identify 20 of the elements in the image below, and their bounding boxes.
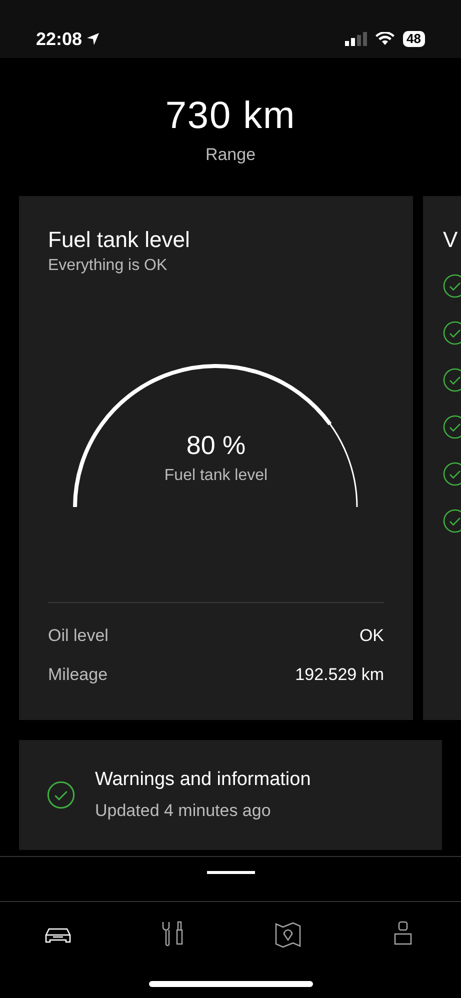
warnings-subtitle: Updated 4 minutes ago <box>95 800 272 822</box>
range-label: Range <box>205 144 256 166</box>
range-value: 730 km <box>165 94 296 138</box>
warnings-card[interactable]: Warnings and information Updated 4 minutes ago <box>19 740 442 850</box>
gauge-reading: 80 % <box>186 430 246 460</box>
signal-icon <box>344 32 367 46</box>
card-subtitle: Everything is OK <box>48 256 168 276</box>
drag-handle[interactable] <box>206 870 254 874</box>
card-title: V <box>443 226 459 254</box>
row-value: 192.529 km <box>295 664 384 686</box>
card-title: Fuel tank level <box>48 226 191 254</box>
warnings-title: Warnings and information <box>95 768 311 792</box>
status-time: 22:08 <box>36 28 82 50</box>
location-arrow-icon <box>86 32 100 46</box>
battery-indicator: 48 <box>402 31 425 47</box>
wifi-icon <box>374 32 395 46</box>
row-label: Oil level <box>48 624 108 646</box>
row-label: Mileage <box>48 664 108 686</box>
row-value: OK <box>359 624 384 646</box>
gauge-label: Fuel tank level <box>164 466 268 486</box>
